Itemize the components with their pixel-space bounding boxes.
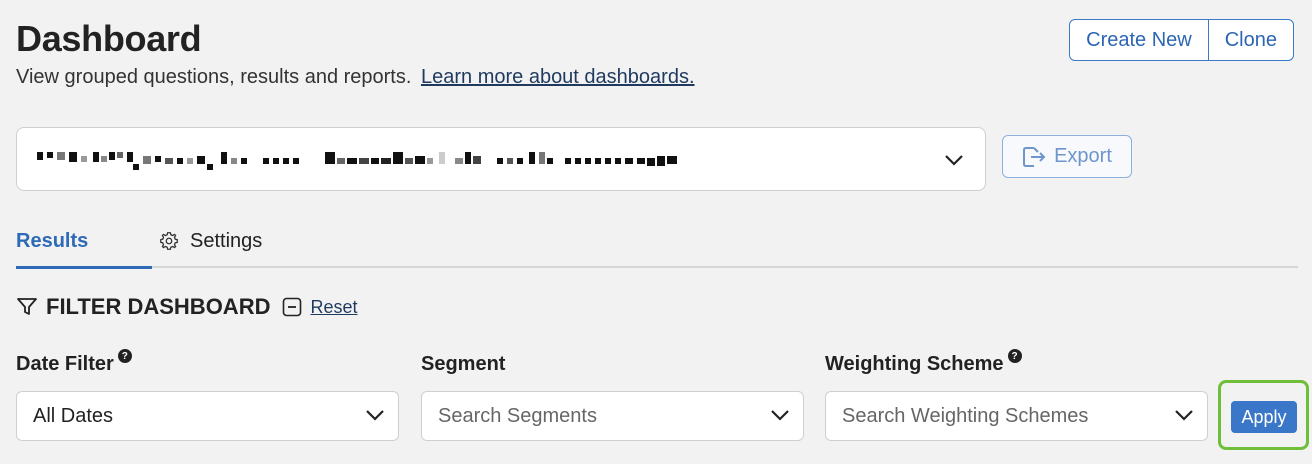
obscured-dashboard-name <box>37 152 677 170</box>
reset-link[interactable]: Reset <box>310 297 357 318</box>
tab-settings-label: Settings <box>190 230 263 252</box>
header-actions: Create New Clone <box>1069 19 1294 61</box>
apply-highlight: Apply <box>1218 380 1309 450</box>
chevron-down-icon <box>771 410 789 421</box>
weighting-scheme-select[interactable]: Search Weighting Schemes <box>825 391 1208 441</box>
segment-label: Segment <box>421 353 505 376</box>
export-button[interactable]: Export <box>1002 135 1132 178</box>
tab-bar: Results Settings <box>16 224 1298 269</box>
help-icon[interactable]: ? <box>117 349 132 363</box>
page-title: Dashboard <box>16 18 202 59</box>
date-filter-label: Date Filter ? <box>16 349 132 376</box>
tab-results[interactable]: Results <box>16 230 152 269</box>
tab-settings[interactable]: Settings <box>158 230 262 253</box>
create-new-button[interactable]: Create New <box>1069 19 1209 61</box>
chevron-down-icon <box>366 410 384 421</box>
segment-label-text: Segment <box>421 353 506 375</box>
chevron-down-icon <box>945 155 963 166</box>
filter-title: FILTER DASHBOARD <box>46 294 271 319</box>
date-filter-value: All Dates <box>33 404 114 427</box>
export-label: Export <box>1054 145 1112 167</box>
filter-header: FILTER DASHBOARD Reset <box>16 294 358 320</box>
clone-button[interactable]: Clone <box>1208 19 1294 61</box>
apply-button[interactable]: Apply <box>1231 401 1297 433</box>
help-icon[interactable]: ? <box>1007 349 1022 363</box>
segment-placeholder: Search Segments <box>438 404 597 427</box>
weighting-scheme-placeholder: Search Weighting Schemes <box>842 404 1089 427</box>
weighting-scheme-label-text: Weighting Scheme <box>825 353 1004 375</box>
learn-more-link[interactable]: Learn more about dashboards. <box>421 66 695 88</box>
filter-icon <box>17 298 37 315</box>
chevron-down-icon <box>1175 410 1193 421</box>
page-subtitle: View grouped questions, results and repo… <box>16 66 695 89</box>
date-filter-select[interactable]: All Dates <box>16 391 399 441</box>
segment-select[interactable]: Search Segments <box>421 391 804 441</box>
dashboard-select[interactable] <box>16 127 986 191</box>
collapse-icon[interactable] <box>282 297 302 317</box>
weighting-scheme-label: Weighting Scheme ? <box>825 349 1022 376</box>
subtitle-text: View grouped questions, results and repo… <box>16 66 412 88</box>
date-filter-label-text: Date Filter <box>16 353 114 375</box>
export-icon <box>1023 146 1046 167</box>
gear-icon <box>160 232 178 250</box>
